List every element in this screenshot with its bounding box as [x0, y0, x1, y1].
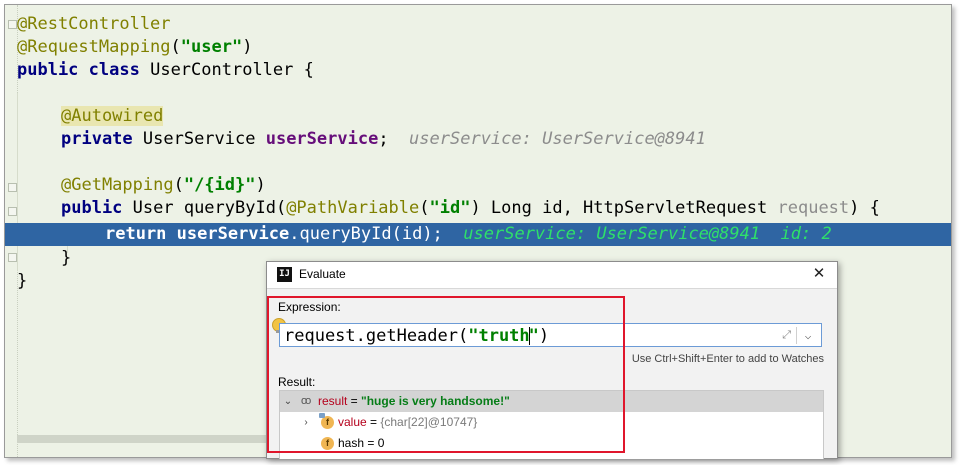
tree-row-result[interactable]: ⌄ oo result = "huge is very handsome!" [280, 391, 823, 412]
expand-icon[interactable]: ⤢ [782, 329, 791, 341]
inline-debug-value: userService: UserService@8941 [409, 129, 706, 149]
code-line-8: @GetMapping("/{id}") [61, 175, 266, 195]
code-line-2: @RequestMapping("user") [17, 37, 253, 57]
code-line-6: private UserService userService; userSer… [61, 129, 706, 149]
code-line-12: } [17, 271, 28, 291]
inline-debug-value: userService: UserService@8941 id: 2 [463, 224, 832, 244]
code-line-3: public class UserController { [17, 60, 314, 80]
code-line-9: public User queryById(@PathVariable("id"… [61, 198, 880, 218]
field-icon: f [321, 437, 334, 450]
result-label: Result: [278, 375, 316, 389]
dialog-title: Evaluate [299, 267, 346, 281]
chevron-down-icon[interactable]: ⌵ [801, 324, 815, 348]
code-line-10: return userService.queryById(id); userSe… [105, 224, 832, 244]
fold-marker[interactable] [8, 20, 17, 29]
tree-row-value[interactable]: › f value = {char[22]@10747} [280, 412, 823, 433]
watch-glasses-icon: oo [301, 395, 311, 407]
horizontal-scrollbar[interactable] [17, 435, 267, 443]
result-tree[interactable]: ⌄ oo result = "huge is very handsome!" ›… [279, 390, 824, 459]
execution-point-line: return userService.queryById(id); userSe… [5, 223, 951, 246]
chevron-down-icon[interactable]: ⌄ [282, 391, 294, 412]
field-icon: f [319, 413, 334, 429]
fold-marker[interactable] [8, 183, 17, 192]
fold-marker[interactable] [8, 253, 17, 262]
expression-label: Expression: [278, 300, 341, 314]
close-icon[interactable]: ✕ [809, 264, 829, 284]
intellij-icon: IJ [277, 267, 292, 282]
dialog-title-bar[interactable]: IJ Evaluate ✕ [267, 262, 837, 289]
watch-hint: Use Ctrl+Shift+Enter to add to Watches [631, 353, 824, 365]
tree-row-hash[interactable]: f hash = 0 [280, 433, 823, 454]
input-separator [796, 327, 797, 344]
evaluate-dialog: IJ Evaluate ✕ Expression: request.getHea… [266, 261, 838, 459]
code-line-5: @Autowired [61, 106, 164, 126]
chevron-right-icon[interactable]: › [300, 412, 312, 433]
code-line-11: } [61, 248, 72, 268]
code-line-1: @RestController [17, 14, 171, 34]
fold-marker[interactable] [8, 207, 17, 216]
expression-input[interactable]: request.getHeader("truth") ⤢ ⌵ [279, 323, 822, 347]
